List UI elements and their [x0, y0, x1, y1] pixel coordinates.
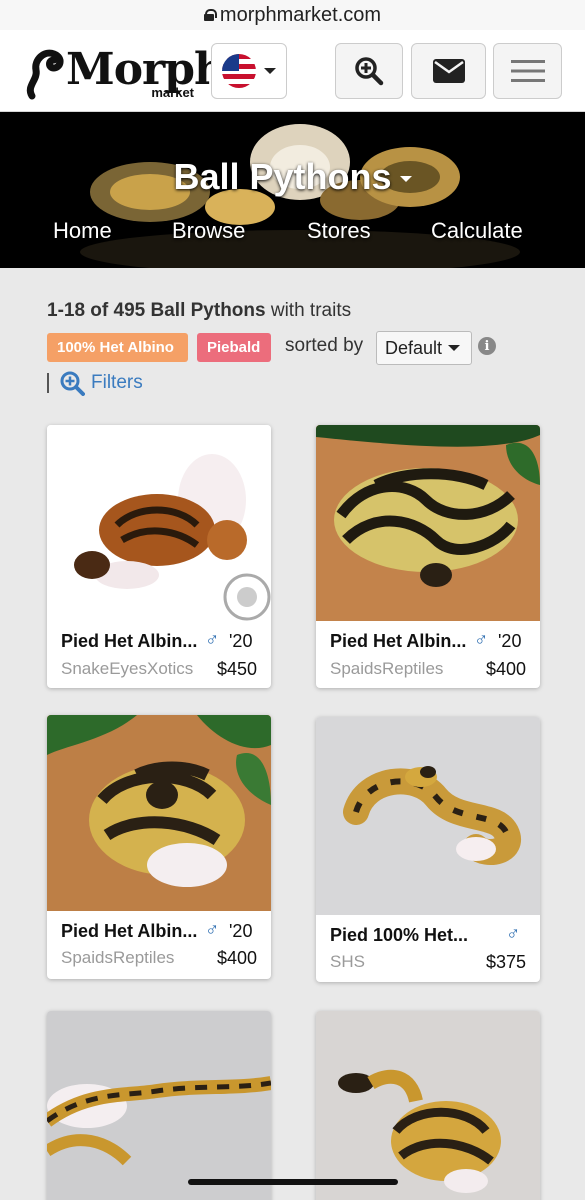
listing-image[interactable]: [316, 425, 540, 621]
search-button[interactable]: [335, 43, 403, 99]
filters-label: Filters: [91, 372, 143, 393]
site-header: Morph market: [0, 30, 585, 112]
listing-store[interactable]: SnakeEyesXotics: [61, 659, 193, 679]
home-indicator[interactable]: [188, 1179, 398, 1185]
divider: [47, 373, 49, 393]
male-icon: ♂: [205, 920, 220, 941]
lock-icon: [203, 9, 217, 21]
listing-card[interactable]: [316, 1011, 540, 1200]
chevron-down-icon: [399, 176, 412, 183]
listing-title: Pied Het Albin...: [61, 921, 198, 941]
morphmarket-logo[interactable]: Morph market: [24, 42, 226, 104]
listing-year: '20: [229, 921, 253, 941]
chevron-down-icon: [448, 345, 461, 351]
envelope-icon: [432, 59, 465, 83]
sort-select-value: Default: [385, 337, 443, 358]
nav-browse[interactable]: Browse: [172, 218, 245, 244]
nav-stores[interactable]: Stores: [307, 218, 371, 244]
listing-card[interactable]: [47, 1011, 271, 1200]
region-selector-button[interactable]: [211, 43, 287, 99]
listing-image[interactable]: [316, 717, 540, 915]
menu-button[interactable]: [493, 43, 562, 99]
url-text: morphmarket.com: [219, 3, 382, 26]
listing-image[interactable]: [47, 715, 271, 911]
species-title-text: Ball Pythons: [173, 156, 392, 197]
us-flag-icon: [222, 54, 256, 88]
results-suffix: with traits: [265, 300, 352, 321]
listing-title: Pied 100% Het...: [330, 925, 469, 945]
listing-store[interactable]: SpaidsReptiles: [61, 948, 174, 968]
listing-card[interactable]: Pied Het Albin... ♂ '20 SpaidsReptiles $…: [47, 715, 271, 979]
listing-price: $400: [216, 948, 257, 968]
male-icon: ♂: [205, 630, 220, 651]
male-icon: ♂: [506, 924, 521, 945]
nav-home[interactable]: Home: [53, 218, 112, 244]
listing-store[interactable]: SHS: [330, 952, 365, 972]
snake-logo-icon: [26, 49, 64, 100]
listing-card[interactable]: Pied Het Albin... ♂ '20 SpaidsReptiles $…: [316, 425, 540, 688]
sorted-by-label: sorted by: [285, 335, 364, 356]
listing-image[interactable]: [47, 1011, 271, 1200]
zoom-filter-icon: [60, 371, 85, 396]
active-filters-row: 100% Het Albino Piebald sorted by Defaul…: [47, 331, 567, 365]
listing-price: $450: [216, 659, 257, 679]
chevron-down-icon: [264, 68, 276, 74]
logo-subtext: market: [151, 85, 194, 100]
listing-card[interactable]: Pied Het Albin... ♂ '20 SnakeEyesXotics …: [47, 425, 271, 688]
zoom-search-icon: [355, 57, 384, 86]
filters-link[interactable]: Filters: [47, 370, 143, 396]
listing-card[interactable]: Pied 100% Het... ♂ SHS $375: [316, 717, 540, 982]
trait-tag-piebald[interactable]: Piebald: [197, 333, 271, 362]
listing-store[interactable]: SpaidsReptiles: [330, 659, 443, 679]
hamburger-menu-icon: [510, 60, 545, 82]
trait-tag-het-albino[interactable]: 100% Het Albino: [47, 333, 188, 362]
info-icon[interactable]: i: [478, 337, 496, 355]
results-summary: 1-18 of 495 Ball Pythons with traits: [47, 300, 351, 322]
messages-button[interactable]: [411, 43, 486, 99]
listing-title: Pied Het Albin...: [330, 631, 467, 651]
listing-year: '20: [498, 631, 522, 651]
browser-url-bar[interactable]: morphmarket.com: [0, 0, 585, 30]
listing-year: '20: [229, 631, 253, 651]
nav-calculate[interactable]: Calculate: [431, 218, 523, 244]
species-title[interactable]: Ball Pythons: [0, 156, 585, 198]
listing-image[interactable]: [316, 1011, 540, 1200]
hero-banner: Ball Pythons Home Browse Stores Calculat…: [0, 112, 585, 268]
sort-select[interactable]: Default: [376, 331, 472, 365]
logo-wordmark: Morph: [66, 44, 226, 95]
results-count: 1-18 of 495 Ball Pythons: [47, 300, 266, 321]
listing-price: $400: [485, 659, 526, 679]
listing-title: Pied Het Albin...: [61, 631, 198, 651]
listing-price: $375: [485, 952, 526, 972]
listing-image[interactable]: [47, 425, 271, 621]
male-icon: ♂: [474, 630, 489, 651]
